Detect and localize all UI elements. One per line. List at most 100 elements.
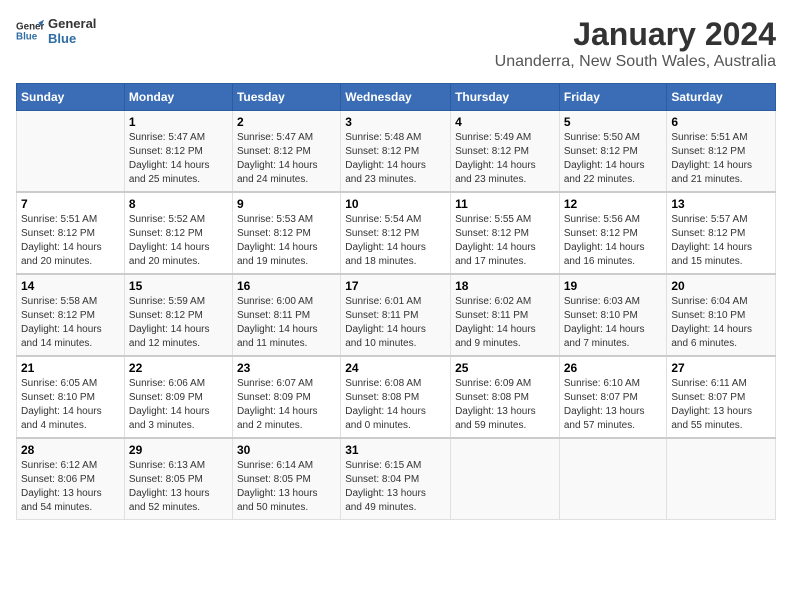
day-info: Sunrise: 5:51 AM Sunset: 8:12 PM Dayligh… (21, 213, 120, 269)
day-info: Sunrise: 6:04 AM Sunset: 8:10 PM Dayligh… (671, 295, 771, 351)
logo: General Blue General Blue (16, 16, 96, 46)
day-number: 11 (455, 197, 555, 211)
col-header-thursday: Thursday (451, 84, 560, 111)
calendar-cell: 23 Sunrise: 6:07 AM Sunset: 8:09 PM Dayli… (232, 356, 340, 438)
col-header-friday: Friday (559, 84, 667, 111)
calendar-cell: 12 Sunrise: 5:56 AM Sunset: 8:12 PM Dayli… (559, 192, 667, 274)
day-number: 13 (671, 197, 771, 211)
day-info: Sunrise: 6:03 AM Sunset: 8:10 PM Dayligh… (564, 295, 663, 351)
day-number: 9 (237, 197, 336, 211)
col-header-monday: Monday (124, 84, 232, 111)
week-row-4: 21 Sunrise: 6:05 AM Sunset: 8:10 PM Dayli… (17, 356, 776, 438)
day-number: 1 (129, 115, 228, 129)
logo-icon: General Blue (16, 17, 44, 45)
calendar-cell (667, 438, 776, 520)
calendar-cell: 20 Sunrise: 6:04 AM Sunset: 8:10 PM Dayli… (667, 274, 776, 356)
day-info: Sunrise: 6:14 AM Sunset: 8:05 PM Dayligh… (237, 459, 336, 515)
day-number: 7 (21, 197, 120, 211)
day-number: 18 (455, 279, 555, 293)
day-info: Sunrise: 5:56 AM Sunset: 8:12 PM Dayligh… (564, 213, 663, 269)
calendar-cell: 2 Sunrise: 5:47 AM Sunset: 8:12 PM Daylig… (232, 111, 340, 193)
day-number: 8 (129, 197, 228, 211)
day-number: 20 (671, 279, 771, 293)
calendar-cell: 6Sunrise: 5:51 AM Sunset: 8:12 PM Daylig… (667, 111, 776, 193)
day-info: Sunrise: 5:47 AM Sunset: 8:12 PM Dayligh… (237, 131, 336, 187)
day-number: 19 (564, 279, 663, 293)
day-info: Sunrise: 5:54 AM Sunset: 8:12 PM Dayligh… (345, 213, 446, 269)
calendar-cell: 3Sunrise: 5:48 AM Sunset: 8:12 PM Daylig… (341, 111, 451, 193)
day-info: Sunrise: 5:59 AM Sunset: 8:12 PM Dayligh… (129, 295, 228, 351)
day-number: 27 (671, 361, 771, 375)
day-info: Sunrise: 5:57 AM Sunset: 8:12 PM Dayligh… (671, 213, 771, 269)
page-subtitle: Unanderra, New South Wales, Australia (495, 53, 776, 71)
day-number: 25 (455, 361, 555, 375)
day-info: Sunrise: 6:05 AM Sunset: 8:10 PM Dayligh… (21, 377, 120, 433)
calendar-cell: 1Sunrise: 5:47 AM Sunset: 8:12 PM Daylig… (124, 111, 232, 193)
day-number: 4 (455, 115, 555, 129)
day-info: Sunrise: 5:50 AM Sunset: 8:12 PM Dayligh… (564, 131, 663, 187)
day-info: Sunrise: 5:52 AM Sunset: 8:12 PM Dayligh… (129, 213, 228, 269)
day-number: 31 (345, 443, 446, 457)
day-number: 28 (21, 443, 120, 457)
calendar-cell: 14 Sunrise: 5:58 AM Sunset: 8:12 PM Dayli… (17, 274, 125, 356)
svg-text:Blue: Blue (16, 31, 38, 42)
day-info: Sunrise: 5:48 AM Sunset: 8:12 PM Dayligh… (345, 131, 446, 187)
day-number: 5 (564, 115, 663, 129)
day-info: Sunrise: 6:02 AM Sunset: 8:11 PM Dayligh… (455, 295, 555, 351)
calendar-cell: 4Sunrise: 5:49 AM Sunset: 8:12 PM Daylig… (451, 111, 560, 193)
day-number: 17 (345, 279, 446, 293)
day-number: 2 (237, 115, 336, 129)
calendar-cell: 22Sunrise: 6:06 AM Sunset: 8:09 PM Dayli… (124, 356, 232, 438)
day-number: 14 (21, 279, 120, 293)
day-info: Sunrise: 6:00 AM Sunset: 8:11 PM Dayligh… (237, 295, 336, 351)
day-info: Sunrise: 6:13 AM Sunset: 8:05 PM Dayligh… (129, 459, 228, 515)
calendar-cell: 13 Sunrise: 5:57 AM Sunset: 8:12 PM Dayli… (667, 192, 776, 274)
calendar-cell: 17Sunrise: 6:01 AM Sunset: 8:11 PM Dayli… (341, 274, 451, 356)
calendar-cell: 5 Sunrise: 5:50 AM Sunset: 8:12 PM Daylig… (559, 111, 667, 193)
week-row-5: 28 Sunrise: 6:12 AM Sunset: 8:06 PM Dayli… (17, 438, 776, 520)
day-number: 23 (237, 361, 336, 375)
calendar-cell: 30Sunrise: 6:14 AM Sunset: 8:05 PM Dayli… (232, 438, 340, 520)
calendar-cell: 27 Sunrise: 6:11 AM Sunset: 8:07 PM Dayli… (667, 356, 776, 438)
day-number: 12 (564, 197, 663, 211)
calendar-cell: 7 Sunrise: 5:51 AM Sunset: 8:12 PM Daylig… (17, 192, 125, 274)
day-number: 15 (129, 279, 228, 293)
calendar-cell: 9 Sunrise: 5:53 AM Sunset: 8:12 PM Daylig… (232, 192, 340, 274)
day-info: Sunrise: 5:53 AM Sunset: 8:12 PM Dayligh… (237, 213, 336, 269)
page-title: January 2024 (495, 16, 776, 53)
page-header: General Blue General Blue January 2024 U… (16, 16, 776, 71)
day-info: Sunrise: 6:08 AM Sunset: 8:08 PM Dayligh… (345, 377, 446, 433)
calendar-table: SundayMondayTuesdayWednesdayThursdayFrid… (16, 83, 776, 520)
title-area: January 2024 Unanderra, New South Wales,… (495, 16, 776, 71)
col-header-tuesday: Tuesday (232, 84, 340, 111)
calendar-cell: 15 Sunrise: 5:59 AM Sunset: 8:12 PM Dayli… (124, 274, 232, 356)
calendar-cell: 26Sunrise: 6:10 AM Sunset: 8:07 PM Dayli… (559, 356, 667, 438)
calendar-cell: 28 Sunrise: 6:12 AM Sunset: 8:06 PM Dayli… (17, 438, 125, 520)
calendar-cell: 16Sunrise: 6:00 AM Sunset: 8:11 PM Dayli… (232, 274, 340, 356)
calendar-cell: 11 Sunrise: 5:55 AM Sunset: 8:12 PM Dayli… (451, 192, 560, 274)
week-row-2: 7 Sunrise: 5:51 AM Sunset: 8:12 PM Daylig… (17, 192, 776, 274)
day-info: Sunrise: 5:58 AM Sunset: 8:12 PM Dayligh… (21, 295, 120, 351)
day-info: Sunrise: 6:12 AM Sunset: 8:06 PM Dayligh… (21, 459, 120, 515)
day-info: Sunrise: 5:55 AM Sunset: 8:12 PM Dayligh… (455, 213, 555, 269)
header-row: SundayMondayTuesdayWednesdayThursdayFrid… (17, 84, 776, 111)
calendar-cell: 21 Sunrise: 6:05 AM Sunset: 8:10 PM Dayli… (17, 356, 125, 438)
day-info: Sunrise: 6:11 AM Sunset: 8:07 PM Dayligh… (671, 377, 771, 433)
calendar-cell (451, 438, 560, 520)
calendar-cell: 19 Sunrise: 6:03 AM Sunset: 8:10 PM Dayli… (559, 274, 667, 356)
day-info: Sunrise: 6:06 AM Sunset: 8:09 PM Dayligh… (129, 377, 228, 433)
week-row-3: 14 Sunrise: 5:58 AM Sunset: 8:12 PM Dayli… (17, 274, 776, 356)
day-number: 21 (21, 361, 120, 375)
day-number: 29 (129, 443, 228, 457)
calendar-cell (17, 111, 125, 193)
calendar-cell: 29 Sunrise: 6:13 AM Sunset: 8:05 PM Dayli… (124, 438, 232, 520)
day-info: Sunrise: 6:07 AM Sunset: 8:09 PM Dayligh… (237, 377, 336, 433)
day-number: 10 (345, 197, 446, 211)
calendar-cell: 18 Sunrise: 6:02 AM Sunset: 8:11 PM Dayli… (451, 274, 560, 356)
day-info: Sunrise: 6:10 AM Sunset: 8:07 PM Dayligh… (564, 377, 663, 433)
calendar-cell: 10 Sunrise: 5:54 AM Sunset: 8:12 PM Dayli… (341, 192, 451, 274)
col-header-wednesday: Wednesday (341, 84, 451, 111)
week-row-1: 1 Sunrise: 5:47 AM Sunset: 8:12 PM Daylig… (17, 111, 776, 193)
col-header-sunday: Sunday (17, 84, 125, 111)
calendar-cell: 31Sunrise: 6:15 AM Sunset: 8:04 PM Dayli… (341, 438, 451, 520)
